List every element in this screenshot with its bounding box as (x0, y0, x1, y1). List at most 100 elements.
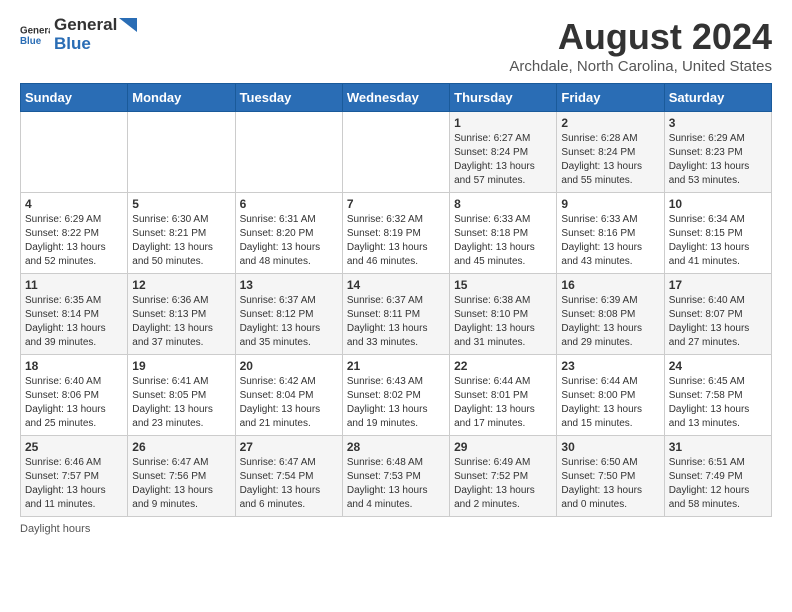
day-info: Sunrise: 6:33 AM Sunset: 8:18 PM Dayligh… (454, 213, 552, 269)
day-info: Sunrise: 6:37 AM Sunset: 8:12 PM Dayligh… (240, 294, 338, 350)
day-info: Sunrise: 6:30 AM Sunset: 8:21 PM Dayligh… (132, 213, 230, 269)
day-info: Sunrise: 6:48 AM Sunset: 7:53 PM Dayligh… (347, 456, 445, 512)
calendar-day-header: Monday (128, 84, 235, 112)
calendar-week-row: 1 Sunrise: 6:27 AM Sunset: 8:24 PM Daylig… (21, 112, 772, 193)
day-info: Sunrise: 6:34 AM Sunset: 8:15 PM Dayligh… (669, 213, 767, 269)
day-info: Sunrise: 6:35 AM Sunset: 8:14 PM Dayligh… (25, 294, 123, 350)
title-area: August 2024 Archdale, North Carolina, Un… (509, 16, 772, 75)
day-number: 7 (347, 197, 445, 211)
calendar-day-header: Sunday (21, 84, 128, 112)
calendar-day-cell: 24 Sunrise: 6:45 AM Sunset: 7:58 PM Dayli… (664, 355, 771, 436)
day-number: 20 (240, 359, 338, 373)
logo: General Blue General Blue (20, 16, 137, 53)
calendar-header-row: SundayMondayTuesdayWednesdayThursdayFrid… (21, 84, 772, 112)
calendar-day-cell: 25Sunrise: 6:46 AM Sunset: 7:57 PM Dayli… (21, 436, 128, 517)
calendar-day-header: Friday (557, 84, 664, 112)
day-number: 17 (669, 278, 767, 292)
day-number: 8 (454, 197, 552, 211)
day-number: 13 (240, 278, 338, 292)
day-info: Sunrise: 6:37 AM Sunset: 8:11 PM Dayligh… (347, 294, 445, 350)
calendar-day-cell: 10 Sunrise: 6:34 AM Sunset: 8:15 PM Dayli… (664, 193, 771, 274)
calendar-day-cell (128, 112, 235, 193)
day-number: 11 (25, 278, 123, 292)
day-number: 6 (240, 197, 338, 211)
day-info: Sunrise: 6:47 AM Sunset: 7:56 PM Dayligh… (132, 456, 230, 512)
day-number: 31 (669, 440, 767, 454)
page-title: August 2024 (509, 16, 772, 58)
day-number: 19 (132, 359, 230, 373)
calendar-week-row: 4Sunrise: 6:29 AM Sunset: 8:22 PM Daylig… (21, 193, 772, 274)
day-info: Sunrise: 6:46 AM Sunset: 7:57 PM Dayligh… (25, 456, 123, 512)
calendar-day-cell (342, 112, 449, 193)
svg-text:Blue: Blue (20, 36, 42, 47)
day-info: Sunrise: 6:39 AM Sunset: 8:08 PM Dayligh… (561, 294, 659, 350)
day-number: 24 (669, 359, 767, 373)
calendar-table: SundayMondayTuesdayWednesdayThursdayFrid… (20, 83, 772, 517)
day-number: 15 (454, 278, 552, 292)
calendar-day-cell (235, 112, 342, 193)
day-info: Sunrise: 6:50 AM Sunset: 7:50 PM Dayligh… (561, 456, 659, 512)
calendar-day-cell: 14 Sunrise: 6:37 AM Sunset: 8:11 PM Dayli… (342, 274, 449, 355)
calendar-day-cell: 13 Sunrise: 6:37 AM Sunset: 8:12 PM Dayli… (235, 274, 342, 355)
day-info: Sunrise: 6:28 AM Sunset: 8:24 PM Dayligh… (561, 132, 659, 188)
day-number: 21 (347, 359, 445, 373)
logo-general: General (54, 16, 117, 35)
day-number: 22 (454, 359, 552, 373)
logo-arrow-icon (119, 18, 137, 32)
day-number: 23 (561, 359, 659, 373)
day-number: 14 (347, 278, 445, 292)
day-number: 12 (132, 278, 230, 292)
day-info: Sunrise: 6:27 AM Sunset: 8:24 PM Dayligh… (454, 132, 552, 188)
day-info: Sunrise: 6:44 AM Sunset: 8:01 PM Dayligh… (454, 375, 552, 431)
calendar-day-cell: 29Sunrise: 6:49 AM Sunset: 7:52 PM Dayli… (450, 436, 557, 517)
day-number: 30 (561, 440, 659, 454)
calendar-day-cell: 17Sunrise: 6:40 AM Sunset: 8:07 PM Dayli… (664, 274, 771, 355)
day-info: Sunrise: 6:43 AM Sunset: 8:02 PM Dayligh… (347, 375, 445, 431)
calendar-day-cell: 1 Sunrise: 6:27 AM Sunset: 8:24 PM Daylig… (450, 112, 557, 193)
day-number: 27 (240, 440, 338, 454)
calendar-day-header: Thursday (450, 84, 557, 112)
calendar-day-cell: 26Sunrise: 6:47 AM Sunset: 7:56 PM Dayli… (128, 436, 235, 517)
calendar-day-header: Saturday (664, 84, 771, 112)
calendar-day-cell: 9Sunrise: 6:33 AM Sunset: 8:16 PM Daylig… (557, 193, 664, 274)
day-number: 10 (669, 197, 767, 211)
day-number: 2 (561, 116, 659, 130)
day-number: 18 (25, 359, 123, 373)
day-info: Sunrise: 6:36 AM Sunset: 8:13 PM Dayligh… (132, 294, 230, 350)
page-subtitle: Archdale, North Carolina, United States (509, 58, 772, 75)
day-info: Sunrise: 6:42 AM Sunset: 8:04 PM Dayligh… (240, 375, 338, 431)
day-number: 3 (669, 116, 767, 130)
calendar-day-cell: 19 Sunrise: 6:41 AM Sunset: 8:05 PM Dayli… (128, 355, 235, 436)
day-info: Sunrise: 6:32 AM Sunset: 8:19 PM Dayligh… (347, 213, 445, 269)
calendar-day-header: Wednesday (342, 84, 449, 112)
day-info: Sunrise: 6:51 AM Sunset: 7:49 PM Dayligh… (669, 456, 767, 512)
logo-blue: Blue (54, 35, 137, 54)
calendar-day-cell: 27 Sunrise: 6:47 AM Sunset: 7:54 PM Dayli… (235, 436, 342, 517)
day-number: 28 (347, 440, 445, 454)
calendar-day-cell: 30 Sunrise: 6:50 AM Sunset: 7:50 PM Dayli… (557, 436, 664, 517)
svg-text:General: General (20, 25, 50, 36)
day-info: Sunrise: 6:47 AM Sunset: 7:54 PM Dayligh… (240, 456, 338, 512)
calendar-week-row: 11 Sunrise: 6:35 AM Sunset: 8:14 PM Dayli… (21, 274, 772, 355)
calendar-day-cell: 23 Sunrise: 6:44 AM Sunset: 8:00 PM Dayli… (557, 355, 664, 436)
calendar-week-row: 18 Sunrise: 6:40 AM Sunset: 8:06 PM Dayli… (21, 355, 772, 436)
day-number: 5 (132, 197, 230, 211)
day-info: Sunrise: 6:31 AM Sunset: 8:20 PM Dayligh… (240, 213, 338, 269)
calendar-day-cell: 18 Sunrise: 6:40 AM Sunset: 8:06 PM Dayli… (21, 355, 128, 436)
day-info: Sunrise: 6:41 AM Sunset: 8:05 PM Dayligh… (132, 375, 230, 431)
calendar-day-cell: 16Sunrise: 6:39 AM Sunset: 8:08 PM Dayli… (557, 274, 664, 355)
calendar-day-cell: 15Sunrise: 6:38 AM Sunset: 8:10 PM Dayli… (450, 274, 557, 355)
calendar-day-cell: 4Sunrise: 6:29 AM Sunset: 8:22 PM Daylig… (21, 193, 128, 274)
calendar-day-cell: 7 Sunrise: 6:32 AM Sunset: 8:19 PM Daylig… (342, 193, 449, 274)
calendar-day-cell: 3 Sunrise: 6:29 AM Sunset: 8:23 PM Daylig… (664, 112, 771, 193)
calendar-week-row: 25Sunrise: 6:46 AM Sunset: 7:57 PM Dayli… (21, 436, 772, 517)
calendar-day-cell: 11 Sunrise: 6:35 AM Sunset: 8:14 PM Dayli… (21, 274, 128, 355)
logo-icon: General Blue (20, 23, 50, 47)
day-number: 1 (454, 116, 552, 130)
day-info: Sunrise: 6:33 AM Sunset: 8:16 PM Dayligh… (561, 213, 659, 269)
footer: Daylight hours (20, 523, 772, 535)
day-info: Sunrise: 6:40 AM Sunset: 8:06 PM Dayligh… (25, 375, 123, 431)
day-info: Sunrise: 6:44 AM Sunset: 8:00 PM Dayligh… (561, 375, 659, 431)
day-info: Sunrise: 6:29 AM Sunset: 8:23 PM Dayligh… (669, 132, 767, 188)
day-info: Sunrise: 6:45 AM Sunset: 7:58 PM Dayligh… (669, 375, 767, 431)
